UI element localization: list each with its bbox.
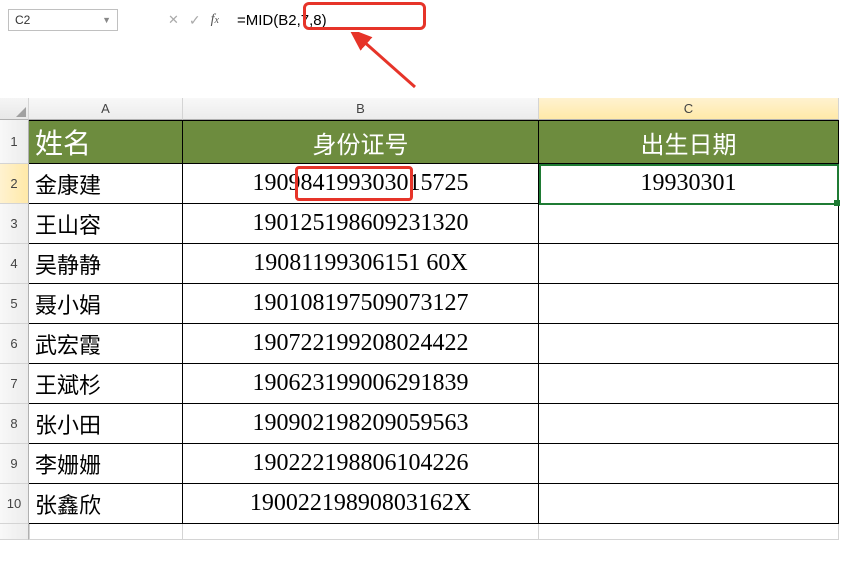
empty-cell[interactable] [29, 524, 183, 540]
table-row: 6 武宏霞 190722199208024422 [0, 324, 839, 364]
row-header-1[interactable]: 1 [0, 120, 29, 164]
cell-name[interactable]: 吴静静 [29, 244, 183, 284]
cell-dob[interactable] [539, 484, 839, 524]
cancel-icon[interactable]: ✕ [168, 12, 179, 28]
header-row: 1 姓名 身份证号 出生日期 [0, 120, 839, 164]
cell-name[interactable]: 金康建 [29, 164, 183, 204]
row-header[interactable]: 5 [0, 284, 29, 324]
header-cell-name[interactable]: 姓名 [29, 120, 183, 164]
cell-dob[interactable] [539, 444, 839, 484]
fx-icon[interactable]: fx [211, 12, 219, 28]
col-header-A[interactable]: A [29, 98, 183, 120]
cell-name[interactable]: 王斌杉 [29, 364, 183, 404]
spreadsheet: A B C 1 姓名 身份证号 出生日期 2 金康建 1909841993030… [0, 98, 839, 540]
name-box-value: C2 [15, 13, 30, 27]
cell-id[interactable]: 190984199303015725 [183, 164, 539, 204]
cell-id[interactable]: 190722199208024422 [183, 324, 539, 364]
cell-dob[interactable] [539, 244, 839, 284]
cell-name[interactable]: 聂小娟 [29, 284, 183, 324]
enter-icon[interactable]: ✓ [189, 12, 201, 29]
table-row: 8 张小田 190902198209059563 [0, 404, 839, 444]
col-header-B[interactable]: B [183, 98, 539, 120]
formula-controls: ✕ ✓ fx [168, 12, 219, 29]
cell-id[interactable]: 190623199006291839 [183, 364, 539, 404]
cell-dob[interactable] [539, 364, 839, 404]
header-cell-id[interactable]: 身份证号 [183, 120, 539, 164]
column-headers: A B C [0, 98, 839, 120]
cell-id[interactable]: 19002219890803162X [183, 484, 539, 524]
table-row: 4 吴静静 19081199306151 60X [0, 244, 839, 284]
empty-cell[interactable] [183, 524, 539, 540]
formula-input[interactable]: =MID(B2,7,8) [231, 10, 333, 31]
cell-name[interactable]: 张鑫欣 [29, 484, 183, 524]
empty-cell[interactable] [539, 524, 839, 540]
row-header[interactable]: 9 [0, 444, 29, 484]
table-row: 10 张鑫欣 19002219890803162X [0, 484, 839, 524]
cell-dob[interactable] [539, 324, 839, 364]
cell-id[interactable]: 190108197509073127 [183, 284, 539, 324]
row-header[interactable]: 6 [0, 324, 29, 364]
row-header[interactable]: 10 [0, 484, 29, 524]
col-header-C[interactable]: C [539, 98, 839, 120]
cell-dob[interactable] [539, 204, 839, 244]
select-all-corner[interactable] [0, 98, 29, 120]
arrow-annotation [350, 32, 430, 92]
cell-name[interactable]: 王山容 [29, 204, 183, 244]
table-row: 9 李姗姗 190222198806104226 [0, 444, 839, 484]
cell-id[interactable]: 190902198209059563 [183, 404, 539, 444]
row-header[interactable]: 8 [0, 404, 29, 444]
table-row: 2 金康建 190984199303015725 19930301 [0, 164, 839, 204]
chevron-down-icon[interactable]: ▼ [102, 15, 111, 25]
table-row: 3 王山容 190125198609231320 [0, 204, 839, 244]
row-header[interactable] [0, 524, 29, 540]
name-box[interactable]: C2 ▼ [8, 9, 118, 31]
cell-name[interactable]: 武宏霞 [29, 324, 183, 364]
table-row: 5 聂小娟 190108197509073127 [0, 284, 839, 324]
table-row: 7 王斌杉 190623199006291839 [0, 364, 839, 404]
row-header[interactable]: 7 [0, 364, 29, 404]
formula-bar: C2 ▼ ✕ ✓ fx =MID(B2,7,8) [0, 6, 847, 34]
cell-id[interactable]: 19081199306151 60X [183, 244, 539, 284]
empty-row [0, 524, 839, 540]
row-header[interactable]: 2 [0, 164, 29, 204]
cell-id[interactable]: 190222198806104226 [183, 444, 539, 484]
cell-dob[interactable] [539, 404, 839, 444]
cell-dob[interactable] [539, 284, 839, 324]
row-header[interactable]: 3 [0, 204, 29, 244]
cell-name[interactable]: 张小田 [29, 404, 183, 444]
cell-name[interactable]: 李姗姗 [29, 444, 183, 484]
cell-id[interactable]: 190125198609231320 [183, 204, 539, 244]
cell-dob[interactable]: 19930301 [539, 164, 839, 204]
header-cell-dob[interactable]: 出生日期 [539, 120, 839, 164]
row-header[interactable]: 4 [0, 244, 29, 284]
